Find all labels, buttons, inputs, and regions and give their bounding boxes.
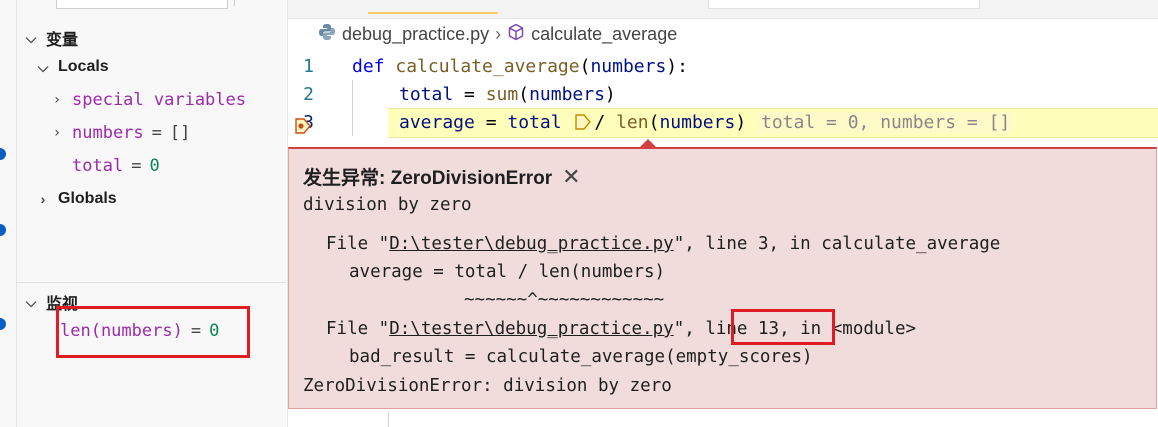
variable-total[interactable]: total = 0 bbox=[72, 156, 160, 176]
breadcrumb-file[interactable]: debug_practice.py bbox=[342, 24, 489, 45]
code-line-2[interactable]: 2 total = sum ( numbers ) bbox=[288, 80, 1158, 108]
chevron-right-icon: › bbox=[40, 191, 46, 207]
variable-value: [] bbox=[169, 123, 191, 143]
parameter: numbers bbox=[590, 55, 667, 77]
identifier: total bbox=[507, 111, 562, 133]
globals-scope[interactable]: › Globals bbox=[36, 190, 117, 208]
chevron-down-icon: ⌵ bbox=[37, 58, 49, 75]
close-icon[interactable]: ✕ bbox=[562, 164, 580, 190]
variable-name: special variables bbox=[72, 90, 246, 110]
toolbar-separator bbox=[234, 0, 247, 6]
code-line-1[interactable]: 1 def calculate_average ( numbers ): bbox=[288, 52, 1158, 80]
tb-text: File " bbox=[326, 319, 390, 339]
line-number: 1 bbox=[303, 55, 314, 77]
equals-sign: = bbox=[131, 156, 142, 176]
exception-pointer-icon bbox=[640, 139, 656, 147]
chevron-right-icon: › bbox=[495, 24, 502, 44]
traceback-code-2: bad_result = calculate_average(empty_sco… bbox=[349, 347, 813, 367]
identifier: numbers bbox=[529, 83, 605, 105]
traceback-code-1: average = total / len(numbers) bbox=[349, 262, 666, 282]
breakpoint-marker-icon[interactable] bbox=[0, 318, 6, 330]
exception-message: division by zero bbox=[303, 195, 472, 215]
find-widget[interactable] bbox=[708, 0, 980, 9]
chevron-down-icon: ⌵ bbox=[25, 29, 37, 46]
annotation-highlight-box bbox=[56, 306, 250, 358]
line-number: 3 bbox=[288, 112, 352, 134]
editor-pane: debug_practice.py › calculate_average 1 … bbox=[287, 0, 1158, 427]
inline-stop-icon bbox=[572, 113, 594, 131]
section-divider bbox=[16, 282, 286, 283]
traceback-file-link[interactable]: D:\tester\debug_practice.py bbox=[389, 234, 673, 254]
code-line-3[interactable]: 3 average = total / len ( numbers ) tota… bbox=[288, 108, 1158, 136]
equals-sign: = bbox=[151, 123, 162, 143]
breakpoint-marker-icon[interactable] bbox=[0, 148, 6, 160]
tb-text: ", bbox=[673, 319, 706, 339]
debug-sidebar: ⌵ 变量 ⌵ Locals › special variables › numb… bbox=[0, 0, 286, 427]
variable-name: total bbox=[72, 156, 124, 176]
activity-edge bbox=[0, 0, 17, 427]
cube-symbol-icon bbox=[507, 23, 525, 46]
variables-section-header[interactable]: ⌵ 变量 bbox=[24, 26, 78, 50]
locals-label: Locals bbox=[58, 58, 109, 75]
python-file-icon bbox=[318, 23, 336, 46]
traceback-frame-1: File "D:\tester\debug_practice.py", line… bbox=[326, 234, 1000, 254]
line-number: 2 bbox=[303, 83, 314, 105]
function-name: calculate_average bbox=[395, 55, 580, 77]
variable-numbers[interactable]: › numbers = [] bbox=[50, 123, 191, 143]
builtin-function: sum bbox=[485, 83, 519, 105]
annotation-highlight-box bbox=[731, 309, 835, 345]
stopped-breakpoint-icon[interactable] bbox=[294, 117, 312, 140]
keyword: def bbox=[352, 55, 385, 77]
variable-value: 0 bbox=[149, 156, 160, 176]
breakpoint-marker-icon[interactable] bbox=[0, 224, 6, 236]
exception-widget: 发生异常: ZeroDivisionError ✕ division by ze… bbox=[288, 147, 1157, 409]
chevron-right-icon: › bbox=[52, 92, 62, 108]
traceback-file-link[interactable]: D:\tester\debug_practice.py bbox=[389, 319, 673, 339]
exception-title: 发生异常: ZeroDivisionError bbox=[303, 168, 553, 189]
breadcrumb: debug_practice.py › calculate_average bbox=[318, 23, 677, 46]
exception-final-line: ZeroDivisionError: division by zero bbox=[303, 376, 672, 396]
chevron-right-icon: › bbox=[52, 125, 62, 141]
inline-values: total = 0, numbers = [] bbox=[757, 111, 1015, 133]
traceback-carets: ~~~~~~^~~~~~~~~~~~~ bbox=[464, 290, 665, 310]
builtin-function: len bbox=[616, 111, 649, 133]
tb-text: ", line 3, in calculate_average bbox=[673, 234, 1001, 254]
variable-name: numbers bbox=[72, 123, 144, 143]
launch-config-dropdown[interactable] bbox=[56, 0, 228, 9]
breadcrumb-symbol[interactable]: calculate_average bbox=[531, 24, 677, 45]
chevron-down-icon: ⌵ bbox=[25, 293, 37, 310]
tb-text: File " bbox=[326, 234, 390, 254]
locals-scope[interactable]: ⌵ Locals bbox=[36, 58, 109, 76]
variables-title: 变量 bbox=[46, 32, 79, 49]
indent-guide bbox=[388, 412, 389, 427]
identifier: total bbox=[399, 83, 454, 105]
exception-title-row: 发生异常: ZeroDivisionError ✕ bbox=[303, 163, 581, 190]
editor-tabs bbox=[288, 0, 1158, 19]
tab-partial[interactable] bbox=[368, 0, 498, 14]
variable-special-variables[interactable]: › special variables bbox=[50, 90, 246, 110]
globals-label: Globals bbox=[58, 190, 117, 207]
identifier: average bbox=[399, 111, 475, 133]
identifier: numbers bbox=[659, 111, 736, 133]
